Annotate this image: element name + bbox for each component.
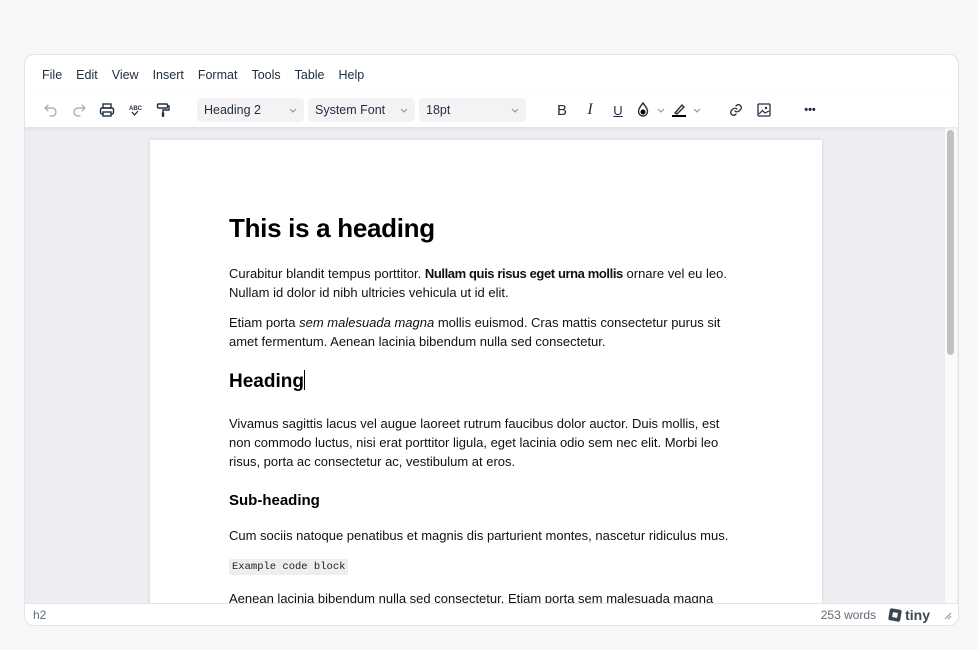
- tiny-brand-text: tiny: [905, 606, 930, 623]
- statusbar: h2 253 words tiny: [25, 603, 958, 625]
- more-icon: •••: [804, 104, 816, 116]
- menu-view[interactable]: View: [105, 64, 146, 86]
- block-format-value: Heading 2: [204, 103, 261, 117]
- text-color-button[interactable]: [632, 96, 654, 124]
- underline-button[interactable]: U: [604, 96, 632, 124]
- highlight-button[interactable]: [668, 96, 690, 124]
- format-painter-icon: [156, 103, 170, 117]
- document-heading-3: Sub-heading: [229, 492, 320, 509]
- link-button[interactable]: [722, 96, 750, 124]
- code-block: Example code block: [229, 559, 349, 575]
- block-format-select[interactable]: Heading 2: [197, 98, 304, 122]
- print-button[interactable]: [93, 96, 121, 124]
- font-size-select[interactable]: 18pt: [419, 98, 526, 122]
- image-button[interactable]: [750, 96, 778, 124]
- image-icon: [757, 103, 771, 117]
- highlight-icon: [672, 103, 686, 117]
- undo-button[interactable]: [37, 96, 65, 124]
- paragraph-5: Aenean lacinia bibendum nulla sed consec…: [229, 591, 714, 604]
- redo-icon: [73, 104, 86, 117]
- scrollbar-thumb[interactable]: [947, 130, 954, 355]
- menu-format[interactable]: Format: [191, 64, 245, 86]
- document-heading-2: Heading: [229, 370, 305, 392]
- spellcheck-button[interactable]: ABC: [121, 96, 149, 124]
- paragraph-2: Etiam porta sem malesuada magna mollis e…: [229, 315, 721, 349]
- menu-insert[interactable]: Insert: [146, 64, 191, 86]
- text-cursor: [303, 370, 305, 390]
- chevron-down-icon: [511, 108, 519, 113]
- menu-tools[interactable]: Tools: [244, 64, 287, 86]
- bold-button[interactable]: B: [548, 96, 576, 124]
- rich-text-editor: File Edit View Insert Format Tools Table…: [24, 54, 959, 626]
- italic-button[interactable]: I: [576, 96, 604, 124]
- menu-file[interactable]: File: [35, 64, 69, 86]
- document-heading-1: This is a heading: [229, 213, 435, 243]
- redo-button[interactable]: [65, 96, 93, 124]
- underline-icon: U: [613, 102, 623, 118]
- more-button[interactable]: •••: [796, 96, 824, 124]
- font-family-value: System Font: [315, 103, 386, 117]
- paragraph-1: Curabitur blandit tempus porttitor. Null…: [229, 266, 727, 300]
- document-page[interactable]: This is a heading Curabitur blandit temp…: [150, 140, 822, 604]
- paragraph-4: Cum sociis natoque penatibus et magnis d…: [229, 528, 729, 543]
- toolbar: ABC Heading 2 System Font 18pt B I U •••: [25, 93, 958, 127]
- tiny-brand-link[interactable]: tiny: [888, 607, 930, 623]
- chevron-down-icon: [693, 108, 701, 113]
- menu-help[interactable]: Help: [332, 64, 372, 86]
- bold-icon: B: [556, 101, 567, 119]
- svg-text:ABC: ABC: [129, 106, 143, 112]
- chevron-down-icon: [400, 108, 408, 113]
- link-icon: [730, 104, 742, 116]
- highlight-dropdown[interactable]: [690, 105, 704, 115]
- chevron-down-icon: [289, 108, 297, 113]
- font-family-select[interactable]: System Font: [308, 98, 415, 122]
- text-color-split-button[interactable]: [632, 96, 668, 124]
- paragraph-3: Vivamus sagittis lacus vel augue laoreet…: [229, 416, 720, 469]
- format-painter-button[interactable]: [149, 96, 177, 124]
- print-icon: [99, 103, 115, 117]
- resize-handle-icon[interactable]: [942, 610, 952, 620]
- editor-content-area[interactable]: This is a heading Curabitur blandit temp…: [25, 127, 958, 604]
- highlight-split-button[interactable]: [668, 96, 704, 124]
- element-path[interactable]: h2: [33, 608, 46, 622]
- tiny-logo-icon: [888, 607, 902, 622]
- menubar: File Edit View Insert Format Tools Table…: [25, 55, 958, 91]
- text-color-dropdown[interactable]: [654, 105, 668, 115]
- italic-icon: I: [587, 101, 593, 118]
- menu-edit[interactable]: Edit: [69, 64, 105, 86]
- undo-icon: [44, 104, 57, 117]
- menu-table[interactable]: Table: [288, 64, 332, 86]
- spellcheck-icon: ABC: [129, 106, 143, 117]
- text-color-icon: [637, 101, 649, 117]
- font-size-value: 18pt: [426, 103, 451, 117]
- chevron-down-icon: [657, 108, 665, 113]
- vertical-scrollbar[interactable]: [945, 127, 957, 604]
- word-count[interactable]: 253 words: [821, 608, 876, 622]
